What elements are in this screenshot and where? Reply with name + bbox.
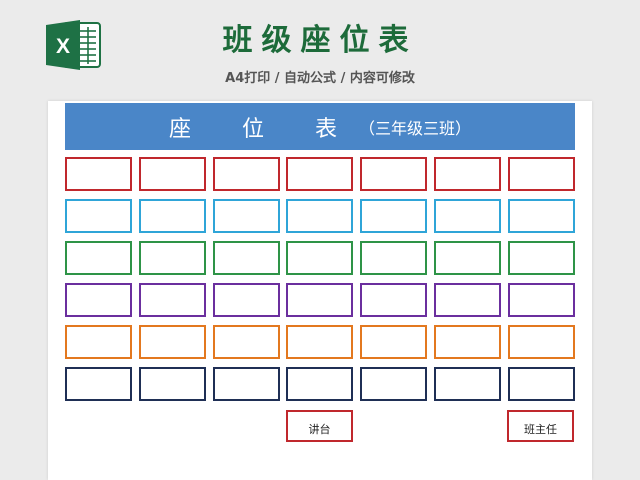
seat-cell[interactable] xyxy=(212,199,280,233)
seat-cell[interactable] xyxy=(65,241,132,275)
seat-cell[interactable] xyxy=(212,325,280,359)
teacher-label: 班主任 xyxy=(524,423,557,436)
podium-label: 讲台 xyxy=(308,423,331,436)
seat-cell[interactable] xyxy=(433,325,501,359)
seat-cell[interactable] xyxy=(138,199,206,233)
teacher-desk[interactable]: 班主任 xyxy=(507,410,574,442)
seat-cell[interactable] xyxy=(360,325,428,359)
seat-cell[interactable] xyxy=(360,157,428,191)
seat-cell[interactable] xyxy=(433,241,501,275)
seat-cell[interactable] xyxy=(507,157,575,191)
seat-cell[interactable] xyxy=(212,367,280,401)
seat-cell[interactable] xyxy=(286,367,354,401)
seat-cell[interactable] xyxy=(65,325,132,359)
seat-grid xyxy=(65,157,575,401)
seat-cell[interactable] xyxy=(286,157,354,191)
seat-cell[interactable] xyxy=(507,367,575,401)
seat-cell[interactable] xyxy=(507,241,575,275)
seat-cell[interactable] xyxy=(286,283,354,317)
seat-cell[interactable] xyxy=(212,283,280,317)
banner-title: 座 位 表 xyxy=(168,116,359,142)
seating-sheet: 座 位 表 （三年级三班） 讲台 班主任 xyxy=(48,101,592,480)
seat-cell[interactable] xyxy=(433,157,501,191)
seat-cell[interactable] xyxy=(507,283,575,317)
sheet-banner: 座 位 表 （三年级三班） xyxy=(65,103,575,150)
seat-cell[interactable] xyxy=(360,283,428,317)
seat-cell[interactable] xyxy=(65,283,132,317)
seat-cell[interactable] xyxy=(65,157,132,191)
seat-cell[interactable] xyxy=(138,367,206,401)
seat-cell[interactable] xyxy=(286,325,354,359)
banner-class-label: （三年级三班） xyxy=(358,118,471,138)
seat-cell[interactable] xyxy=(360,367,428,401)
seat-cell[interactable] xyxy=(138,283,206,317)
seat-cell[interactable] xyxy=(507,199,575,233)
seat-cell[interactable] xyxy=(138,241,206,275)
seat-cell[interactable] xyxy=(138,325,206,359)
seat-cell[interactable] xyxy=(212,241,280,275)
seat-cell[interactable] xyxy=(507,325,575,359)
seat-cell[interactable] xyxy=(433,283,501,317)
page-subtitle: A4打印 / 自动公式 / 内容可修改 xyxy=(225,71,415,86)
seat-cell[interactable] xyxy=(360,199,428,233)
seat-cell[interactable] xyxy=(433,199,501,233)
seat-cell[interactable] xyxy=(360,241,428,275)
page-title: 班级座位表 xyxy=(222,23,418,58)
seat-cell[interactable] xyxy=(433,367,501,401)
seat-cell[interactable] xyxy=(65,199,132,233)
seat-cell[interactable] xyxy=(65,367,132,401)
podium-desk[interactable]: 讲台 xyxy=(286,410,353,442)
seat-cell[interactable] xyxy=(138,157,206,191)
seat-cell[interactable] xyxy=(286,241,354,275)
seat-cell[interactable] xyxy=(286,199,354,233)
seat-cell[interactable] xyxy=(212,157,280,191)
